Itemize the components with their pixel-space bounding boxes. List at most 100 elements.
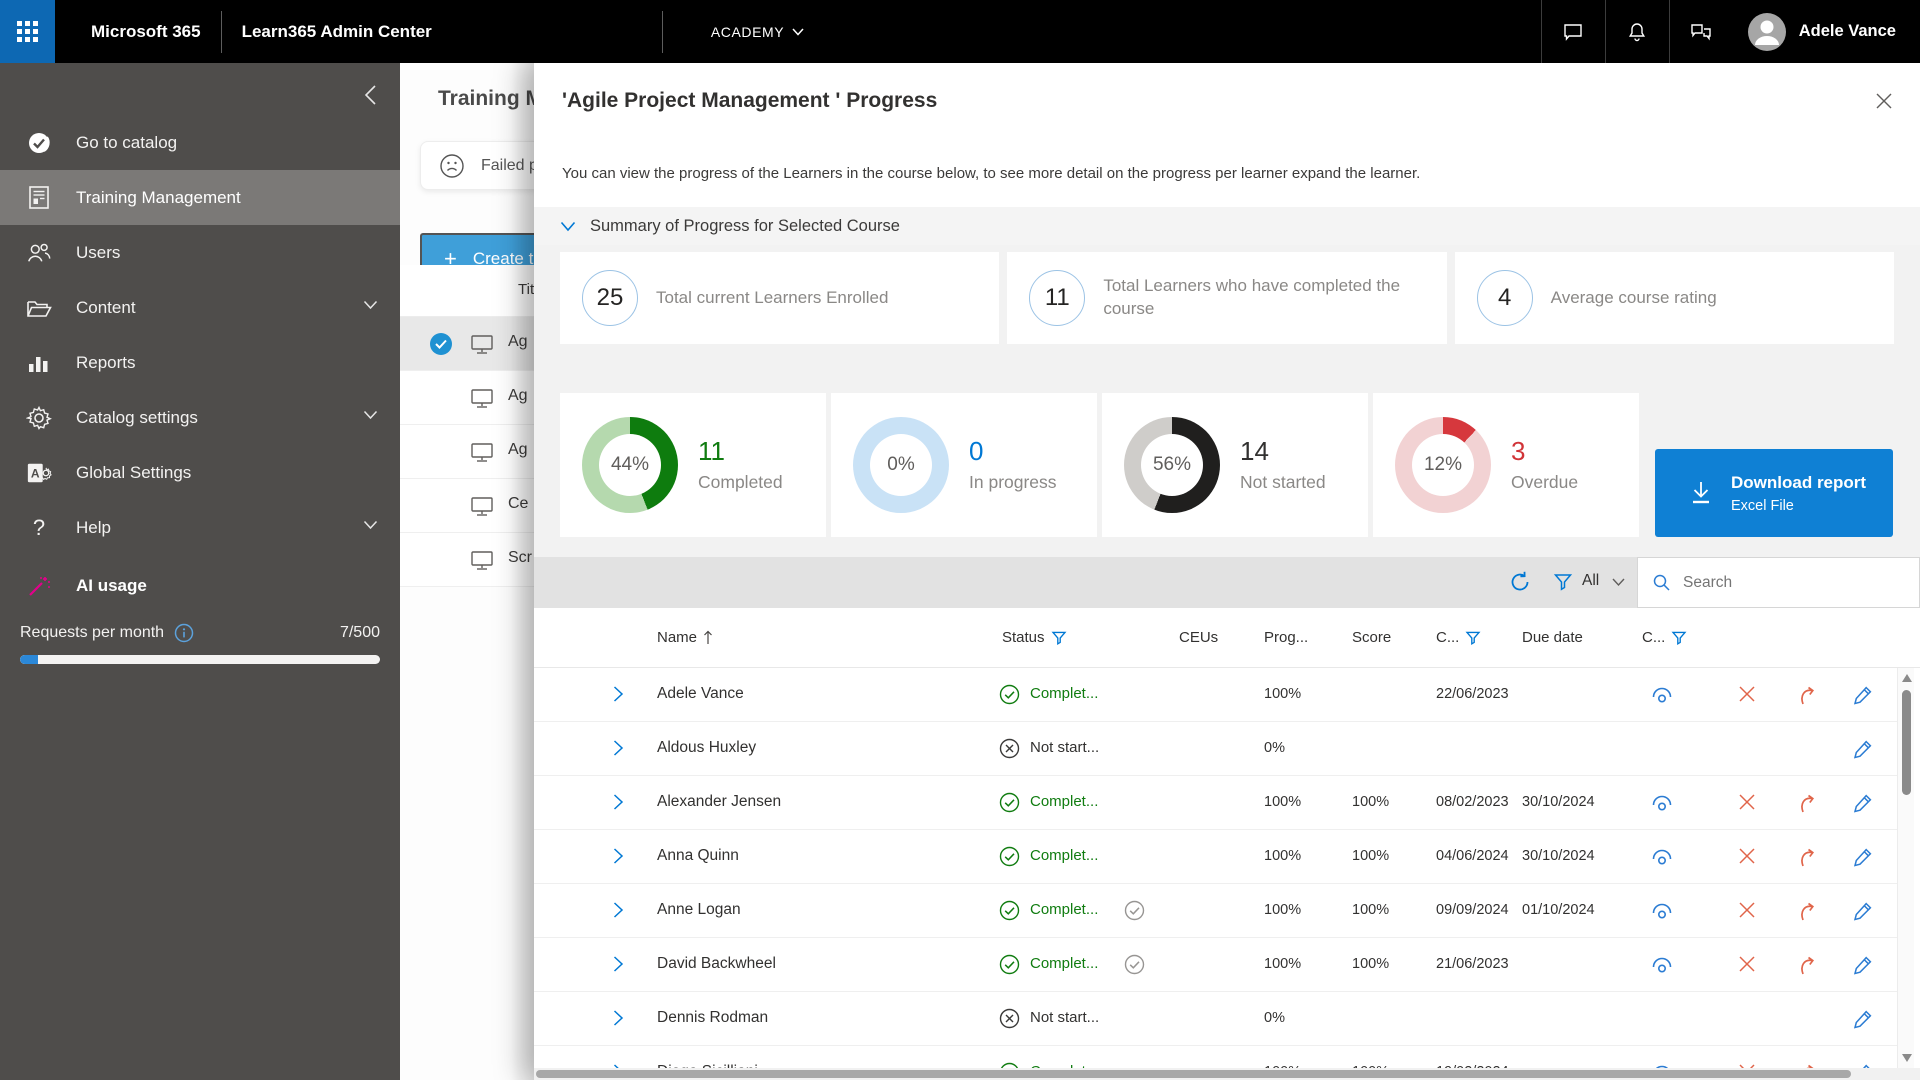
search-box[interactable] xyxy=(1637,557,1920,608)
column-progress[interactable]: Prog... xyxy=(1264,629,1308,646)
donut-label: In progress xyxy=(969,472,1057,493)
remove-learner-icon[interactable] xyxy=(1737,846,1757,866)
edit-learner-icon[interactable] xyxy=(1852,684,1874,706)
account-menu[interactable]: Adele Vance xyxy=(1733,12,1920,52)
expand-row-icon[interactable] xyxy=(612,955,624,973)
retake-course-icon[interactable] xyxy=(1796,684,1820,708)
download-report-button[interactable]: Download report Excel File xyxy=(1655,449,1893,537)
chat-button[interactable] xyxy=(1541,0,1605,63)
notifications-button[interactable] xyxy=(1605,0,1669,63)
training-row[interactable]: Ag xyxy=(400,317,537,371)
vertical-scrollbar-thumb[interactable] xyxy=(1902,690,1911,795)
column-status[interactable]: Status xyxy=(1002,629,1067,646)
view-progress-icon[interactable] xyxy=(1650,792,1674,814)
horizontal-scrollbar-thumb[interactable] xyxy=(536,1070,1851,1078)
training-row[interactable]: Ce xyxy=(400,479,537,533)
tenant-dropdown[interactable]: ACADEMY xyxy=(711,24,804,40)
sidebar-item-help[interactable]: ? Help xyxy=(0,500,400,555)
edit-learner-icon[interactable] xyxy=(1852,1008,1874,1030)
trainings-list: Ag Ag Ag Ce Scr xyxy=(400,317,537,587)
view-progress-icon[interactable] xyxy=(1650,684,1674,706)
retake-course-icon[interactable] xyxy=(1796,792,1820,816)
expand-row-icon[interactable] xyxy=(612,739,624,757)
edit-learner-icon[interactable] xyxy=(1852,900,1874,922)
summary-section-toggle[interactable]: Summary of Progress for Selected Course xyxy=(534,207,1920,245)
edit-learner-icon[interactable] xyxy=(1852,846,1874,868)
column-due-date[interactable]: Due date xyxy=(1522,629,1583,646)
learner-row[interactable]: Aldous Huxley Not start... 0% xyxy=(534,722,1897,776)
column-due-label: Due date xyxy=(1522,629,1583,646)
column-name[interactable]: Name xyxy=(657,629,713,646)
column-score[interactable]: Score xyxy=(1352,629,1391,646)
sidebar-item-global-settings[interactable]: A Global Settings xyxy=(0,445,400,500)
sidebar-item-catalog[interactable]: Go to catalog xyxy=(0,115,400,170)
close-icon[interactable] xyxy=(1874,91,1894,111)
horizontal-scrollbar[interactable] xyxy=(534,1068,1920,1080)
edit-learner-icon[interactable] xyxy=(1852,738,1874,760)
failed-processing-card[interactable]: Failed pro xyxy=(420,141,537,190)
sidebar-item-ai-usage[interactable]: AI usage xyxy=(0,563,400,609)
retake-course-icon[interactable] xyxy=(1796,900,1820,924)
view-progress-icon[interactable] xyxy=(1650,900,1674,922)
expand-row-icon[interactable] xyxy=(612,1009,624,1027)
view-progress-icon[interactable] xyxy=(1650,954,1674,976)
refresh-icon[interactable] xyxy=(1509,571,1531,593)
remove-learner-icon[interactable] xyxy=(1737,900,1757,920)
column-certified[interactable]: C... xyxy=(1642,629,1687,646)
vertical-scrollbar[interactable] xyxy=(1897,668,1914,1068)
learner-row[interactable]: Anne Logan Complet... 100% 100% 09/09/20… xyxy=(534,884,1897,938)
learner-name: Anna Quinn xyxy=(657,847,739,865)
sidebar-item-training[interactable]: Training Management xyxy=(0,170,400,225)
scroll-up-arrow[interactable] xyxy=(1902,674,1912,682)
expand-row-icon[interactable] xyxy=(612,685,624,703)
edit-learner-icon[interactable] xyxy=(1852,954,1874,976)
status-completed-icon xyxy=(999,846,1020,867)
score-value: 100% xyxy=(1352,794,1389,810)
panel-description: You can view the progress of the Learner… xyxy=(562,165,1420,182)
progress-value: 0% xyxy=(1264,740,1285,756)
remove-learner-icon[interactable] xyxy=(1737,792,1757,812)
scroll-down-arrow[interactable] xyxy=(1902,1054,1912,1062)
feedback-button[interactable] xyxy=(1669,0,1733,63)
info-icon[interactable] xyxy=(174,623,194,643)
page-title: Training M xyxy=(438,87,537,111)
column-ceus[interactable]: CEUs xyxy=(1179,629,1218,646)
filter-icon[interactable] xyxy=(1553,572,1573,592)
column-completed-date[interactable]: C... xyxy=(1436,629,1481,646)
remove-learner-icon[interactable] xyxy=(1737,684,1757,704)
edit-learner-icon[interactable] xyxy=(1852,792,1874,814)
expand-row-icon[interactable] xyxy=(612,793,624,811)
requests-progress-bar xyxy=(20,655,380,664)
training-row[interactable]: Ag xyxy=(400,425,537,479)
retake-course-icon[interactable] xyxy=(1796,954,1820,978)
status-label: Complet... xyxy=(1030,847,1098,864)
expand-row-icon[interactable] xyxy=(612,901,624,919)
sidebar-item-content[interactable]: Content xyxy=(0,280,400,335)
view-progress-icon[interactable] xyxy=(1650,846,1674,868)
expand-row-icon[interactable] xyxy=(612,847,624,865)
sidebar-item-users[interactable]: Users xyxy=(0,225,400,280)
brand-title[interactable]: Microsoft 365 xyxy=(91,22,201,42)
training-row[interactable]: Ag xyxy=(400,371,537,425)
donut-card-in-progress: 0% 0 In progress xyxy=(831,393,1097,537)
sidebar-item-reports[interactable]: Reports xyxy=(0,335,400,390)
sidebar-item-catalog-settings[interactable]: Catalog settings xyxy=(0,390,400,445)
learner-row[interactable]: Alexander Jensen Complet... 100% 100% 08… xyxy=(534,776,1897,830)
status-not-started-icon xyxy=(999,738,1020,759)
chevron-down-icon[interactable] xyxy=(1612,578,1625,587)
training-row[interactable]: Scr xyxy=(400,533,537,587)
learner-row[interactable]: Dennis Rodman Not start... 0% xyxy=(534,992,1897,1046)
retake-course-icon[interactable] xyxy=(1796,846,1820,870)
admin-center-title[interactable]: Learn365 Admin Center xyxy=(242,22,432,42)
bell-icon xyxy=(1625,20,1649,44)
filter-value[interactable]: All xyxy=(1582,572,1599,590)
learner-row[interactable]: Adele Vance Complet... 100% 22/06/2023 xyxy=(534,668,1897,722)
learner-row[interactable]: David Backwheel Complet... 100% 100% 21/… xyxy=(534,938,1897,992)
collapse-sidebar-icon[interactable] xyxy=(362,83,378,107)
search-input[interactable] xyxy=(1683,574,1883,592)
learner-row[interactable]: Anna Quinn Complet... 100% 100% 04/06/20… xyxy=(534,830,1897,884)
app-launcher-button[interactable] xyxy=(0,0,55,63)
training-title: Ag xyxy=(508,387,528,405)
remove-learner-icon[interactable] xyxy=(1737,954,1757,974)
completed-date-value: 22/06/2023 xyxy=(1436,686,1522,702)
